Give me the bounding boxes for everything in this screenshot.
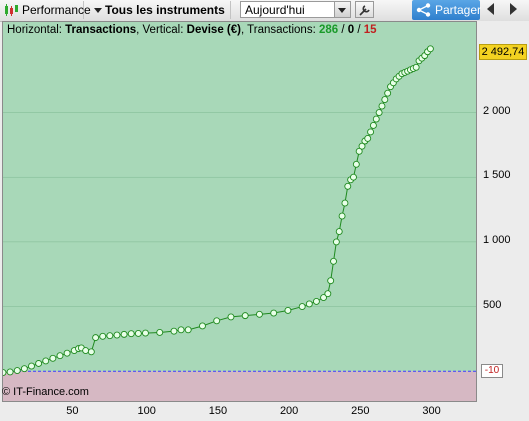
x-tick-label: 150 xyxy=(208,405,228,417)
equity-point xyxy=(344,182,352,190)
scroll-right-icon[interactable] xyxy=(510,3,517,15)
equity-point xyxy=(6,368,14,376)
equity-point xyxy=(227,313,235,321)
equity-point xyxy=(113,331,121,339)
equity-point xyxy=(142,329,149,337)
equity-point xyxy=(350,173,357,181)
equity-point xyxy=(270,309,278,317)
equity-point xyxy=(156,328,164,336)
equity-point xyxy=(199,322,206,330)
y-tick-label: 2 000 xyxy=(483,104,511,117)
equity-point xyxy=(352,160,360,168)
negative-value-tag: -10 xyxy=(481,364,503,378)
equity-point xyxy=(375,109,383,116)
wrench-icon xyxy=(359,5,370,16)
period-value: Aujourd'hui xyxy=(245,3,305,17)
equity-point xyxy=(327,277,335,285)
equity-point xyxy=(184,326,192,334)
equity-point xyxy=(330,257,337,265)
sep1: / xyxy=(338,24,348,36)
last-value-tag: 2 492,74 xyxy=(479,44,527,60)
equity-point xyxy=(56,352,64,360)
equity-plot xyxy=(3,45,476,401)
sep2: / xyxy=(354,24,364,36)
equity-point xyxy=(372,115,380,123)
equity-point xyxy=(127,330,135,338)
equity-point xyxy=(381,96,389,104)
toolbar: Performance Tous les instruments Aujourd… xyxy=(0,0,529,22)
equity-point xyxy=(241,312,249,320)
share-icon xyxy=(416,3,431,17)
y-axis: 500 1 000 1 500 2 000 xyxy=(477,21,529,402)
equity-point xyxy=(412,63,420,71)
equity-point xyxy=(338,212,346,220)
equity-point xyxy=(213,317,221,325)
equity-chart[interactable]: Horizontal: Transactions, Vertical: Devi… xyxy=(2,21,477,402)
info-vertical: Devise (€) xyxy=(186,24,241,36)
equity-point xyxy=(177,326,185,334)
candlestick-icon xyxy=(5,4,18,16)
info-horizontal: Transactions xyxy=(65,24,137,36)
equity-point xyxy=(134,330,142,337)
equity-point xyxy=(384,89,392,97)
share-button[interactable]: Partager xyxy=(412,0,482,20)
caret-down-icon xyxy=(94,8,102,13)
equity-point xyxy=(312,297,320,305)
equity-point xyxy=(106,332,114,340)
equity-point xyxy=(367,128,375,136)
equity-point xyxy=(298,303,306,311)
x-tick-label: 50 xyxy=(66,405,79,417)
equity-point xyxy=(20,365,28,373)
instruments-dropdown[interactable]: Tous les instruments xyxy=(89,1,231,19)
equity-point xyxy=(364,134,372,142)
performance-button[interactable]: Performance xyxy=(0,1,91,19)
equity-point xyxy=(426,45,434,53)
equity-point xyxy=(284,307,292,314)
info-tx-prefix: , Transactions: xyxy=(240,24,316,36)
equity-point xyxy=(255,310,263,318)
equity-point xyxy=(170,327,178,335)
y-tick-label: 500 xyxy=(483,298,502,311)
equity-point xyxy=(87,348,95,356)
equity-point xyxy=(3,369,7,376)
equity-point xyxy=(63,349,71,357)
share-label: Partager xyxy=(435,3,482,17)
equity-point xyxy=(120,330,128,338)
info-vertical-prefix: , Vertical: xyxy=(136,24,184,36)
x-tick-label: 100 xyxy=(137,405,156,417)
y-tick-label: 1 500 xyxy=(483,169,511,182)
equity-point xyxy=(92,334,100,342)
performance-label: Performance xyxy=(22,3,91,17)
tx-total: 286 xyxy=(318,24,339,36)
equity-point xyxy=(369,122,377,129)
equity-point xyxy=(28,362,35,370)
period-select[interactable]: Aujourd'hui xyxy=(240,1,351,18)
chevron-down-icon[interactable] xyxy=(334,2,350,17)
instruments-label: Tous les instruments xyxy=(105,3,225,17)
equity-point xyxy=(332,238,340,246)
equity-point xyxy=(341,199,349,207)
tx-loss: 15 xyxy=(363,24,377,36)
y-tick-label: 1 000 xyxy=(483,233,511,246)
x-tick-label: 200 xyxy=(279,405,299,417)
equity-point xyxy=(49,354,57,362)
equity-point xyxy=(324,290,332,298)
equity-point xyxy=(35,360,43,367)
chart-info: Horizontal: Transactions, Vertical: Devi… xyxy=(7,24,377,36)
info-prefix: Horizontal: xyxy=(7,24,62,36)
settings-button[interactable] xyxy=(355,1,374,18)
equity-point xyxy=(13,367,21,375)
equity-point xyxy=(99,332,107,340)
x-tick-label: 250 xyxy=(351,405,370,417)
equity-point xyxy=(82,347,90,355)
credit-label: © IT-Finance.com xyxy=(2,386,89,398)
equity-point xyxy=(42,357,50,365)
x-tick-label: 300 xyxy=(422,405,441,417)
x-axis: 50 100 150 200 250 300 xyxy=(2,402,477,421)
equity-point xyxy=(335,228,343,235)
equity-point xyxy=(378,102,386,110)
scroll-left-icon[interactable] xyxy=(487,3,494,15)
equity-point xyxy=(305,300,313,308)
